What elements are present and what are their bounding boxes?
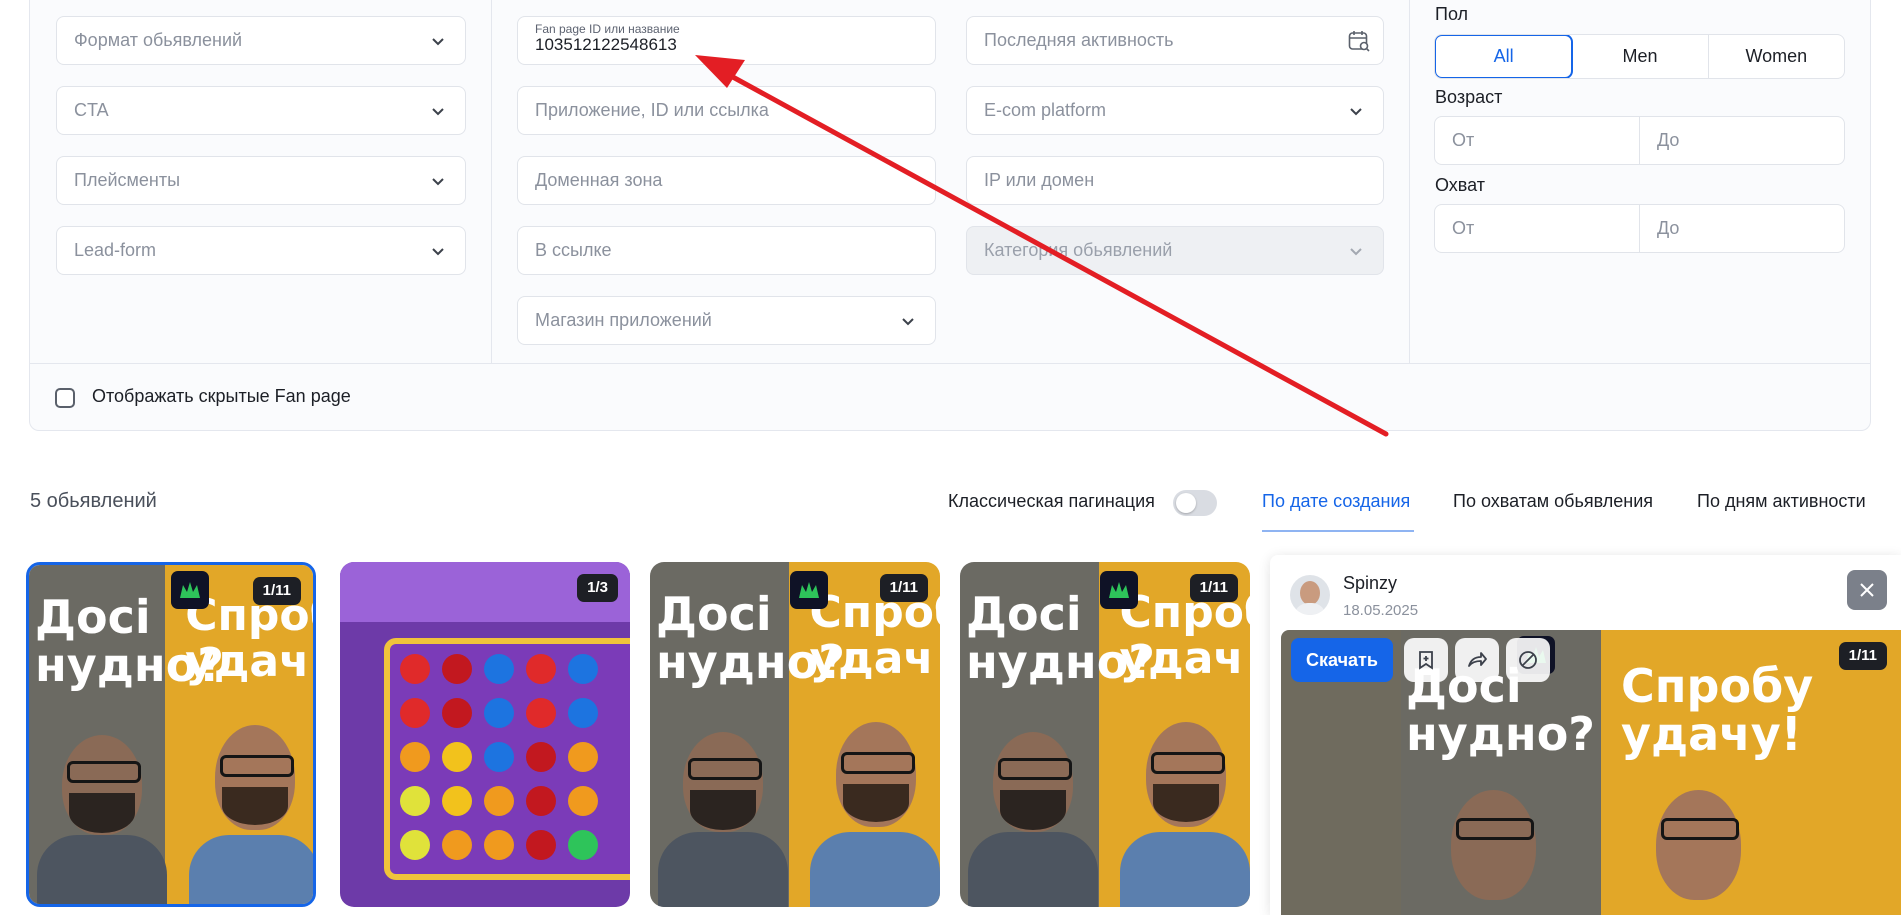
slide-counter: 1/11	[1838, 642, 1887, 670]
domain-zone-input[interactable]: Доменная зона	[517, 156, 936, 205]
reach-from-placeholder: От	[1452, 218, 1475, 238]
toggle-knob	[1176, 493, 1196, 513]
ad-creative-image: Досі нудно? Спроб удач	[960, 562, 1250, 907]
chevron-down-icon	[902, 318, 914, 326]
creative-headline-right: Спроб удач	[809, 587, 941, 685]
crown-logo-icon	[171, 571, 209, 609]
close-button[interactable]	[1847, 570, 1887, 610]
ad-date: 18.05.2025	[1343, 602, 1419, 619]
app-placeholder: Приложение, ID или ссылка	[535, 100, 769, 120]
lead-form-placeholder: Lead-form	[74, 240, 157, 260]
reach-from-input[interactable]: От	[1435, 205, 1640, 252]
lead-form-select[interactable]: Lead-form	[56, 226, 466, 275]
share-button[interactable]	[1455, 638, 1499, 682]
pagination-toggle[interactable]	[1173, 490, 1217, 516]
app-store-placeholder: Магазин приложений	[535, 310, 712, 330]
chevron-down-icon	[432, 248, 444, 256]
slide-counter: 1/11	[252, 577, 301, 605]
chevron-down-icon	[432, 108, 444, 116]
domain-zone-placeholder: Доменная зона	[535, 170, 663, 190]
pagination-label: Классическая пагинация	[948, 491, 1155, 511]
chevron-down-icon	[1350, 108, 1362, 116]
hidden-fanpage-label: Отображать скрытые Fan page	[92, 386, 351, 406]
bookmark-button[interactable]	[1404, 638, 1448, 682]
in-link-placeholder: В ссылке	[535, 240, 612, 260]
hide-button[interactable]	[1506, 638, 1550, 682]
preview-headline-right: Спробу удачу!	[1621, 659, 1814, 762]
ecom-platform-select[interactable]: E-com platform	[966, 86, 1384, 135]
in-link-input[interactable]: В ссылке	[517, 226, 936, 275]
reach-to-placeholder: До	[1657, 218, 1680, 238]
close-icon	[1860, 583, 1874, 597]
fanpage-id-value: 103512122548613	[535, 35, 677, 54]
calendar-search-icon[interactable]	[1347, 29, 1371, 53]
creative-headline-right: Спроб удач	[1119, 587, 1251, 685]
age-label: Возраст	[1435, 87, 1503, 107]
age-from-placeholder: От	[1452, 130, 1475, 150]
bookmark-icon	[1419, 651, 1433, 670]
sort-tab-activity-days[interactable]: По дням активности	[1697, 491, 1866, 512]
age-range: От До	[1434, 116, 1845, 165]
age-to-input[interactable]: До	[1640, 117, 1844, 164]
chevron-down-icon	[432, 178, 444, 186]
gender-option-men[interactable]: Men	[1572, 35, 1709, 78]
ip-domain-input[interactable]: IP или домен	[966, 156, 1384, 205]
ad-card[interactable]: Досі нудно? Спроб удач 1/11	[960, 562, 1250, 907]
reach-to-input[interactable]: До	[1640, 205, 1844, 252]
gender-label: Пол	[1435, 4, 1469, 24]
cta-select[interactable]: CTA	[56, 86, 466, 135]
ad-format-placeholder: Формат обьявлений	[74, 30, 243, 50]
sort-tab-date[interactable]: По дате создания	[1262, 491, 1410, 512]
ad-card[interactable]: Досі нудно? Спроб удач 1/11	[26, 562, 316, 907]
share-icon	[1468, 652, 1487, 667]
block-icon	[1519, 651, 1537, 669]
column-divider	[491, 0, 492, 363]
fanpage-id-input[interactable]: Fan page ID или название 103512122548613	[517, 16, 936, 65]
sort-tab-reach[interactable]: По охватам обьявления	[1453, 491, 1653, 512]
results-count: 5 обьявлений	[30, 490, 157, 512]
app-store-select[interactable]: Магазин приложений	[517, 296, 936, 345]
slide-counter: 1/11	[879, 574, 928, 602]
ad-creative-image	[340, 562, 630, 907]
ecom-platform-placeholder: E-com platform	[984, 100, 1107, 120]
hidden-fanpage-checkbox[interactable]	[55, 388, 75, 408]
ad-card[interactable]: 1/3	[340, 562, 630, 907]
cta-placeholder: CTA	[74, 100, 109, 120]
last-activity-placeholder: Последняя активность	[984, 30, 1174, 50]
gender-segmented-control: All Men Women	[1434, 34, 1845, 79]
ad-creative-image: Досі нудно? Спроб удач	[29, 565, 313, 904]
reach-label: Охват	[1435, 175, 1486, 195]
column-divider	[1409, 0, 1410, 363]
gender-option-all[interactable]: All	[1435, 35, 1574, 78]
last-activity-input[interactable]: Последняя активность	[966, 16, 1384, 65]
crown-logo-icon	[790, 571, 828, 609]
placements-select[interactable]: Плейсменты	[56, 156, 466, 205]
age-to-placeholder: До	[1657, 130, 1680, 150]
download-button[interactable]: Скачать	[1291, 638, 1393, 682]
age-from-input[interactable]: От	[1435, 117, 1640, 164]
ad-detail-panel: Spinzy 18.05.2025 Досі нудно? Спробу уда…	[1270, 555, 1901, 915]
reach-range: От До	[1434, 204, 1845, 253]
ad-category-select: Категория обьявлений	[966, 226, 1384, 275]
gender-option-women[interactable]: Women	[1709, 35, 1844, 78]
app-input[interactable]: Приложение, ID или ссылка	[517, 86, 936, 135]
ip-domain-placeholder: IP или домен	[984, 170, 1095, 190]
row-divider	[30, 363, 1870, 364]
slide-counter: 1/3	[577, 574, 618, 602]
chevron-down-icon	[1350, 248, 1362, 256]
chevron-down-icon	[432, 38, 444, 46]
ad-creative-image: Досі нудно? Спроб удач	[650, 562, 940, 907]
fanpage-name[interactable]: Spinzy	[1343, 573, 1397, 594]
placements-placeholder: Плейсменты	[74, 170, 181, 190]
ad-format-select[interactable]: Формат обьявлений	[56, 16, 466, 65]
slide-counter: 1/11	[1189, 574, 1238, 602]
avatar	[1290, 575, 1330, 615]
crown-logo-icon	[1100, 571, 1138, 609]
sort-tab-underline	[1262, 530, 1414, 532]
ad-card[interactable]: Досі нудно? Спроб удач 1/11	[650, 562, 940, 907]
ad-category-placeholder: Категория обьявлений	[984, 240, 1173, 260]
